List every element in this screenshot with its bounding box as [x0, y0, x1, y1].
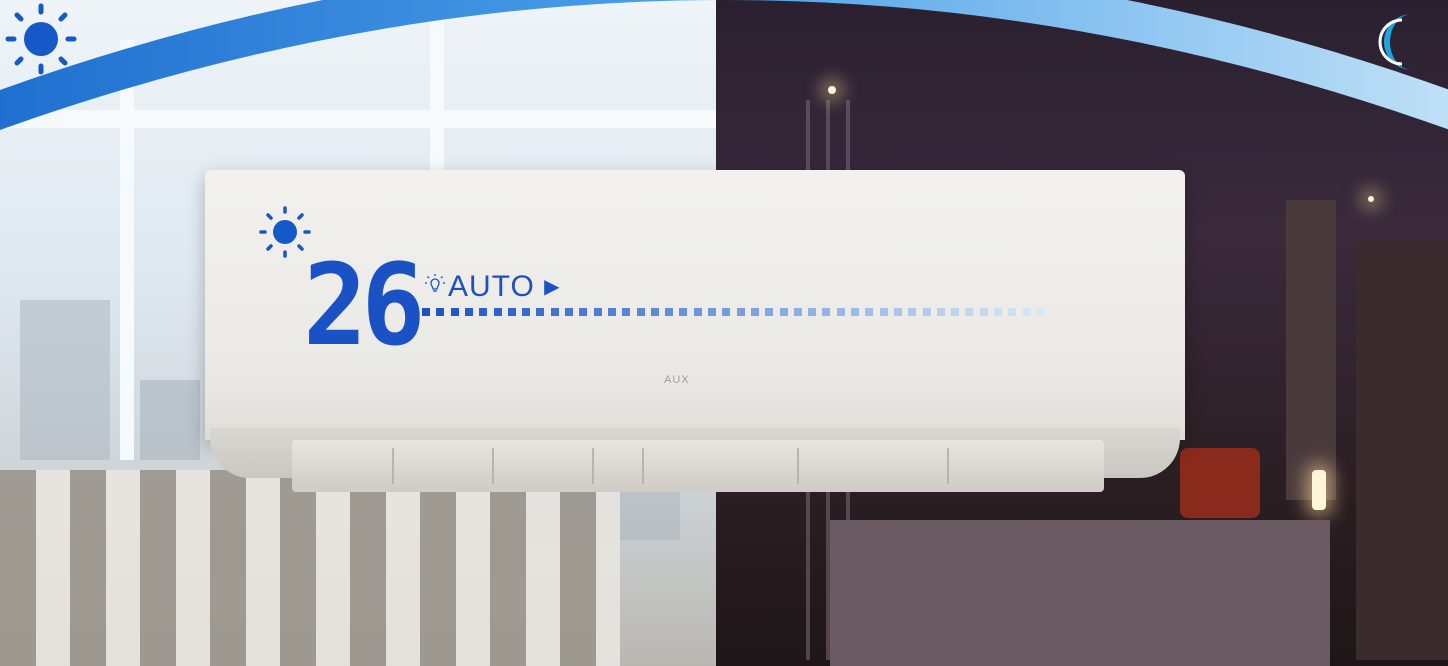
progress-dot [851, 308, 859, 316]
mode-arrow-icon: ▶ [544, 276, 561, 298]
progress-dot [922, 308, 931, 316]
progress-dot [1036, 308, 1045, 316]
progress-dot [679, 308, 688, 316]
red-pillow [1180, 448, 1260, 518]
progress-dot [793, 308, 802, 316]
mode-display: AUTO ▶ [448, 270, 561, 304]
progress-dot [822, 308, 831, 316]
progress-dot [665, 308, 674, 316]
progress-dot [650, 308, 659, 316]
progress-dot [779, 308, 788, 316]
progress-dot [622, 308, 631, 316]
progress-dot [579, 308, 588, 316]
progress-dot [765, 308, 774, 316]
sun-icon [5, 3, 77, 75]
progress-dot [522, 308, 531, 316]
progress-dot [965, 308, 974, 316]
progress-dot [464, 308, 473, 316]
progress-dot [708, 308, 716, 316]
progress-dot [936, 308, 945, 316]
progress-dot [536, 308, 545, 316]
progress-dot [750, 308, 759, 316]
temperature-display: 26 [303, 241, 425, 371]
ac-louver [292, 440, 1104, 492]
bed [830, 520, 1330, 666]
progress-dot [951, 308, 960, 316]
lightbulb-icon [425, 274, 445, 292]
progress-dot [722, 308, 731, 316]
progress-dot [493, 308, 502, 316]
progress-dot [593, 308, 602, 316]
mode-label: AUTO [448, 270, 535, 303]
progress-dot [507, 308, 516, 316]
progress-dot [808, 308, 817, 316]
progress-dot [450, 308, 459, 316]
progress-dot [994, 308, 1002, 316]
progress-dot [565, 308, 573, 316]
striped-sofa [0, 470, 620, 666]
progress-dot [636, 308, 645, 316]
progress-dot [893, 308, 902, 316]
brand-logo: AUX [664, 374, 690, 386]
moon-icon [1378, 14, 1412, 70]
progress-dot [1022, 308, 1031, 316]
progress-dot [436, 308, 445, 316]
progress-dot [479, 308, 488, 316]
progress-dot [908, 308, 917, 316]
progress-dot [879, 308, 888, 316]
progress-dot [1008, 308, 1017, 316]
progress-dot [865, 308, 874, 316]
progress-dot [422, 308, 430, 316]
progress-dot [836, 308, 845, 316]
progress-dot [693, 308, 702, 316]
progress-dots [422, 308, 1047, 316]
progress-dot [550, 308, 559, 316]
progress-dot [979, 308, 988, 316]
progress-dot [607, 308, 616, 316]
progress-dot [736, 308, 745, 316]
